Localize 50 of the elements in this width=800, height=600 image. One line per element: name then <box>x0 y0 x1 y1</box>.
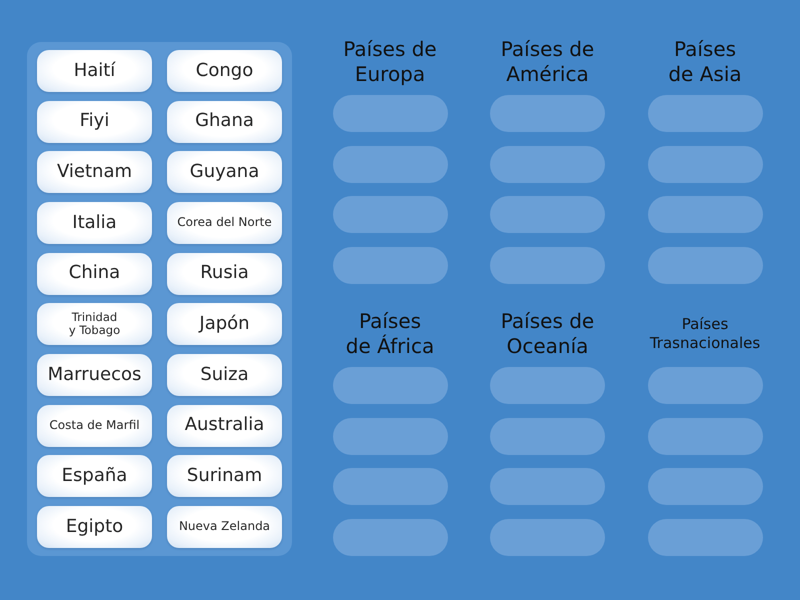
category-heading: Países Trasnacionales <box>650 314 760 354</box>
word-tile[interactable]: Nueva Zelanda <box>167 506 282 548</box>
drop-slot[interactable] <box>490 468 605 506</box>
category-heading: Países de América <box>500 36 594 88</box>
word-tile[interactable]: Ghana <box>167 100 282 143</box>
category-heading: Países de Oceanía <box>500 308 594 360</box>
word-tile[interactable]: Haití <box>37 50 152 92</box>
drop-slot[interactable] <box>490 367 605 404</box>
drop-slot[interactable] <box>490 418 605 455</box>
drop-slot[interactable] <box>648 468 762 506</box>
word-tile[interactable]: España <box>37 455 152 498</box>
word-tile[interactable]: Suiza <box>167 354 282 396</box>
drop-slot[interactable] <box>490 146 605 183</box>
word-tile[interactable]: Vietnam <box>37 151 152 194</box>
word-tile[interactable]: Marruecos <box>37 354 152 396</box>
drop-slot[interactable] <box>332 95 448 132</box>
drop-slot[interactable] <box>648 95 762 132</box>
drop-slot[interactable] <box>332 418 448 455</box>
word-tile[interactable]: Egipto <box>37 506 152 548</box>
word-tile[interactable]: Congo <box>167 50 282 92</box>
word-tile[interactable]: Australia <box>167 404 282 447</box>
word-tile[interactable]: Italia <box>37 202 152 244</box>
word-tile[interactable]: Corea del Norte <box>167 202 282 244</box>
category-heading: Países de Europa <box>343 36 437 88</box>
drop-slot[interactable] <box>332 468 448 506</box>
drop-slot[interactable] <box>648 367 762 404</box>
drop-slot[interactable] <box>332 247 448 284</box>
drop-slot[interactable] <box>332 196 448 234</box>
word-tile[interactable]: China <box>37 252 152 295</box>
word-tile[interactable]: Guyana <box>167 151 282 194</box>
word-tile[interactable]: Surinam <box>167 455 282 498</box>
drop-slot[interactable] <box>332 519 448 556</box>
drop-slot[interactable] <box>648 196 762 234</box>
drop-slot[interactable] <box>490 95 605 132</box>
word-tile[interactable]: Japón <box>167 303 282 346</box>
drop-slot[interactable] <box>490 519 605 556</box>
drop-slot[interactable] <box>332 146 448 183</box>
drop-slot[interactable] <box>490 196 605 234</box>
word-tile[interactable]: Fiyi <box>37 100 152 143</box>
drop-slot[interactable] <box>648 247 762 284</box>
drop-slot[interactable] <box>332 367 448 404</box>
word-tile[interactable]: Costa de Marfil <box>37 404 152 447</box>
word-tile[interactable]: Rusia <box>167 252 282 295</box>
drop-slot[interactable] <box>648 519 762 556</box>
category-heading: Países de África <box>346 308 434 360</box>
drop-slot[interactable] <box>490 247 605 284</box>
drop-slot[interactable] <box>648 146 762 183</box>
drop-slot[interactable] <box>648 418 762 455</box>
category-heading: Países de Asia <box>668 36 742 88</box>
word-tile[interactable]: Trinidad y Tobago <box>37 303 152 346</box>
